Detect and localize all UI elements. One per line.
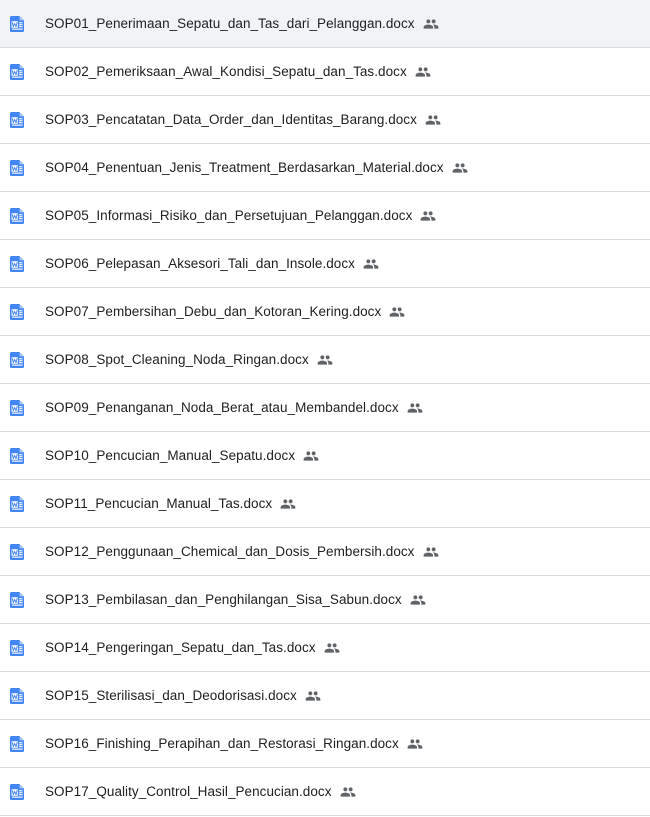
file-row-01[interactable]: SOP01_Penerimaan_Sepatu_dan_Tas_dari_Pel… (0, 0, 650, 48)
file-name-cell: SOP12_Penggunaan_Chemical_dan_Dosis_Pemb… (45, 544, 439, 560)
file-name-cell: SOP04_Penentuan_Jenis_Treatment_Berdasar… (45, 160, 468, 176)
shared-people-icon (305, 690, 321, 701)
word-doc-icon (10, 15, 24, 32)
word-doc-icon (10, 639, 24, 656)
file-name[interactable]: SOP05_Informasi_Risiko_dan_Persetujuan_P… (45, 208, 412, 223)
shared-people-icon (410, 594, 426, 605)
shared-people-icon (452, 162, 467, 173)
word-doc-icon (10, 399, 24, 416)
word-doc-icon (10, 735, 24, 752)
file-name[interactable]: SOP01_Penerimaan_Sepatu_dan_Tas_dari_Pel… (45, 16, 415, 31)
file-name-cell: SOP10_Pencucian_Manual_Sepatu.docx (45, 448, 319, 464)
word-doc-icon (10, 303, 24, 320)
file-row-15[interactable]: SOP15_Sterilisasi_dan_Deodorisasi.docx (0, 672, 650, 720)
file-row-05[interactable]: SOP05_Informasi_Risiko_dan_Persetujuan_P… (0, 192, 650, 240)
file-row-17[interactable]: SOP17_Quality_Control_Hasil_Pencucian.do… (0, 768, 650, 816)
file-name-cell: SOP16_Finishing_Perapihan_dan_Restorasi_… (45, 736, 423, 752)
file-row-03[interactable]: SOP03_Pencatatan_Data_Order_dan_Identita… (0, 96, 650, 144)
shared-people-icon (423, 18, 438, 29)
word-doc-icon (10, 543, 24, 560)
file-row-12[interactable]: SOP12_Penggunaan_Chemical_dan_Dosis_Pemb… (0, 528, 650, 576)
file-name-cell: SOP08_Spot_Cleaning_Noda_Ringan.docx (45, 352, 333, 368)
word-doc-icon (10, 351, 24, 368)
file-name-cell: SOP02_Pemeriksaan_Awal_Kondisi_Sepatu_da… (45, 64, 431, 80)
file-name[interactable]: SOP02_Pemeriksaan_Awal_Kondisi_Sepatu_da… (45, 64, 407, 79)
file-row-02[interactable]: SOP02_Pemeriksaan_Awal_Kondisi_Sepatu_da… (0, 48, 650, 96)
shared-people-icon (389, 306, 405, 317)
file-row-06[interactable]: SOP06_Pelepasan_Aksesori_Tali_dan_Insole… (0, 240, 650, 288)
file-name-cell: SOP14_Pengeringan_Sepatu_dan_Tas.docx (45, 640, 340, 656)
file-name[interactable]: SOP07_Pembersihan_Debu_dan_Kotoran_Kerin… (45, 304, 381, 319)
file-name[interactable]: SOP14_Pengeringan_Sepatu_dan_Tas.docx (45, 640, 316, 655)
file-name-cell: SOP03_Pencatatan_Data_Order_dan_Identita… (45, 112, 441, 128)
word-doc-icon (10, 111, 24, 128)
word-doc-icon (10, 255, 24, 272)
file-name-cell: SOP13_Pembilasan_dan_Penghilangan_Sisa_S… (45, 592, 426, 608)
file-name[interactable]: SOP16_Finishing_Perapihan_dan_Restorasi_… (45, 736, 399, 751)
file-name-cell: SOP11_Pencucian_Manual_Tas.docx (45, 496, 296, 512)
shared-people-icon (421, 210, 436, 221)
word-doc-icon (10, 687, 24, 704)
word-doc-icon (10, 159, 24, 176)
file-row-11[interactable]: SOP11_Pencucian_Manual_Tas.docx (0, 480, 650, 528)
file-name[interactable]: SOP10_Pencucian_Manual_Sepatu.docx (45, 448, 295, 463)
file-name-cell: SOP15_Sterilisasi_dan_Deodorisasi.docx (45, 688, 321, 704)
file-name[interactable]: SOP04_Penentuan_Jenis_Treatment_Berdasar… (45, 160, 444, 175)
word-doc-icon (10, 63, 24, 80)
file-list: SOP01_Penerimaan_Sepatu_dan_Tas_dari_Pel… (0, 0, 650, 816)
file-name[interactable]: SOP12_Penggunaan_Chemical_dan_Dosis_Pemb… (45, 544, 415, 559)
word-doc-icon (10, 207, 24, 224)
file-row-09[interactable]: SOP09_Penanganan_Noda_Berat_atau_Memband… (0, 384, 650, 432)
file-name-cell: SOP09_Penanganan_Noda_Berat_atau_Memband… (45, 400, 423, 416)
file-row-14[interactable]: SOP14_Pengeringan_Sepatu_dan_Tas.docx (0, 624, 650, 672)
word-doc-icon (10, 591, 24, 608)
file-name[interactable]: SOP13_Pembilasan_dan_Penghilangan_Sisa_S… (45, 592, 402, 607)
shared-people-icon (303, 450, 319, 461)
shared-people-icon (363, 258, 379, 269)
file-name[interactable]: SOP11_Pencucian_Manual_Tas.docx (45, 496, 272, 511)
file-name[interactable]: SOP03_Pencatatan_Data_Order_dan_Identita… (45, 112, 417, 127)
shared-people-icon (407, 738, 423, 749)
word-doc-icon (10, 495, 24, 512)
file-row-13[interactable]: SOP13_Pembilasan_dan_Penghilangan_Sisa_S… (0, 576, 650, 624)
shared-people-icon (407, 402, 422, 413)
shared-people-icon (340, 786, 355, 797)
file-name-cell: SOP06_Pelepasan_Aksesori_Tali_dan_Insole… (45, 256, 379, 272)
file-row-07[interactable]: SOP07_Pembersihan_Debu_dan_Kotoran_Kerin… (0, 288, 650, 336)
file-row-04[interactable]: SOP04_Penentuan_Jenis_Treatment_Berdasar… (0, 144, 650, 192)
file-name-cell: SOP17_Quality_Control_Hasil_Pencucian.do… (45, 784, 356, 800)
file-name[interactable]: SOP09_Penanganan_Noda_Berat_atau_Memband… (45, 400, 399, 415)
word-doc-icon (10, 447, 24, 464)
shared-people-icon (415, 66, 431, 77)
shared-people-icon (423, 546, 438, 557)
file-row-08[interactable]: SOP08_Spot_Cleaning_Noda_Ringan.docx (0, 336, 650, 384)
file-name[interactable]: SOP08_Spot_Cleaning_Noda_Ringan.docx (45, 352, 309, 367)
word-doc-icon (10, 783, 24, 800)
file-name-cell: SOP01_Penerimaan_Sepatu_dan_Tas_dari_Pel… (45, 16, 439, 32)
file-name[interactable]: SOP15_Sterilisasi_dan_Deodorisasi.docx (45, 688, 297, 703)
file-name[interactable]: SOP06_Pelepasan_Aksesori_Tali_dan_Insole… (45, 256, 355, 271)
shared-people-icon (280, 498, 296, 509)
shared-people-icon (317, 354, 333, 365)
file-name-cell: SOP07_Pembersihan_Debu_dan_Kotoran_Kerin… (45, 304, 405, 320)
file-row-16[interactable]: SOP16_Finishing_Perapihan_dan_Restorasi_… (0, 720, 650, 768)
shared-people-icon (324, 642, 339, 653)
file-name-cell: SOP05_Informasi_Risiko_dan_Persetujuan_P… (45, 208, 436, 224)
file-name[interactable]: SOP17_Quality_Control_Hasil_Pencucian.do… (45, 784, 332, 799)
shared-people-icon (425, 114, 441, 125)
file-row-10[interactable]: SOP10_Pencucian_Manual_Sepatu.docx (0, 432, 650, 480)
